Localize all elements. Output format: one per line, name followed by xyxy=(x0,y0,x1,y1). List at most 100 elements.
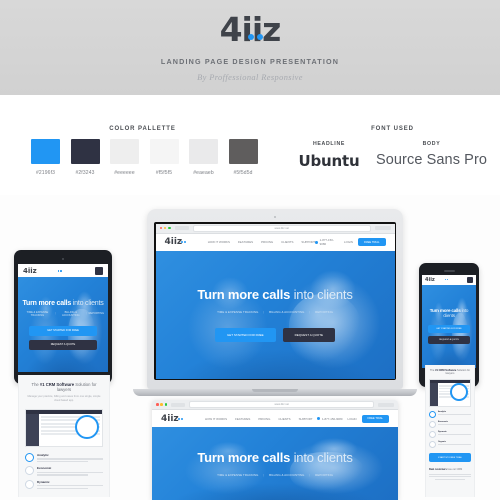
tablet-tag: BILLING & ACCOUNTING xyxy=(62,310,80,317)
browser-url[interactable]: www.4iiz.net xyxy=(189,401,374,408)
mockup-stage: 4iiz Turn more calls into clients TIME &… xyxy=(0,195,500,500)
color-swatch: #5f5d5d xyxy=(228,139,258,176)
nav-item-how-it-works[interactable]: HOW IT WORKS xyxy=(205,417,227,421)
feature-name: Organic xyxy=(438,441,446,443)
phone-speaker-icon xyxy=(443,270,455,272)
dynamic-icon xyxy=(429,431,436,438)
swatch-chip xyxy=(189,139,218,164)
tablet-cta-secondary[interactable]: REQUEST A QUOTE xyxy=(29,339,97,350)
presentation-header: 4iiz LANDING PAGE DESIGN PRESENTATION By… xyxy=(0,0,500,95)
desktop-tag: REPORTING xyxy=(315,473,333,477)
swatch-chip xyxy=(70,139,100,164)
swatch-hex-label: #2f3243 xyxy=(75,170,95,176)
window-controls[interactable] xyxy=(159,226,171,230)
economic-icon xyxy=(429,421,436,428)
nav-item-pricing[interactable]: PRICING xyxy=(261,240,273,244)
laptop-cta-primary[interactable]: GET STARTED FOR FREE xyxy=(214,328,276,342)
tag-separator: | xyxy=(309,473,311,477)
swatch-hex-label: #eaeaeb xyxy=(193,170,214,176)
swatch-hex-label: #f5f5f5 xyxy=(155,170,173,176)
nav-free-trial-button[interactable]: FREE TRIAL xyxy=(361,414,389,423)
tablet-feature-item: Analytic xyxy=(25,452,103,463)
nav-phone[interactable]: 1-877-150-9080 xyxy=(322,417,343,421)
logo-dots-icon xyxy=(247,12,270,40)
specs-strip: COLOR PALLETTE FONT USED #2196f3 #2f3243… xyxy=(0,95,500,195)
phone-cta-primary[interactable]: GET STARTED FOR FREE xyxy=(428,325,470,334)
laptop-base xyxy=(133,389,417,396)
tablet-screen: 4iiz Turn more calls into clients TIME &… xyxy=(18,264,108,372)
feature-name: Dynamic xyxy=(438,431,447,433)
tablet-cta-primary[interactable]: GET STARTED FOR FREE xyxy=(29,325,97,336)
desktop-browser-mockup: www.4iiz.net 4iiz HOW IT WORKS FEATURES … xyxy=(152,400,398,500)
phone-hamburger-icon[interactable] xyxy=(467,276,473,283)
laptop-mockup: www.4iiz.net 4iiz HOW IT WORKS FEATURES … xyxy=(133,209,417,396)
swatch-hex-label: #2196f3 xyxy=(35,170,56,176)
phone-site-logo: 4iiz xyxy=(425,276,435,283)
phone-feature-item: Organic xyxy=(429,441,471,448)
nav-item-pricing[interactable]: PRICING xyxy=(258,417,270,421)
fonts-title: FONT USED xyxy=(371,126,414,132)
tablet-section-sub: Manage your practice, billing and cases … xyxy=(27,395,101,402)
magnifier-highlight xyxy=(450,383,468,401)
palette-title: COLOR PALLETTE xyxy=(109,126,176,132)
color-swatch: #2196f3 xyxy=(31,139,60,176)
browser-back-forward[interactable] xyxy=(171,402,186,407)
browser-actions[interactable] xyxy=(378,402,394,407)
phone-mobile-cta[interactable]: START MY FREE TRIAL xyxy=(429,453,471,462)
tag-separator: | xyxy=(309,310,311,314)
laptop-tag: BILLING & ACCOUNTING xyxy=(269,310,305,314)
browser-url[interactable]: www.4iiz.net xyxy=(192,224,371,232)
economic-icon xyxy=(25,466,34,476)
swatch-chip xyxy=(149,139,179,164)
nav-phone[interactable]: 1-877-150-9080 xyxy=(320,238,339,246)
desktop-hero-strong: Turn more calls xyxy=(197,450,291,465)
laptop-site-logo: 4iiz xyxy=(164,237,183,247)
feature-name: Economic xyxy=(37,466,52,471)
tablet-mockup: 4iiz Turn more calls into clients TIME &… xyxy=(14,250,112,384)
tablet-hero-light: into clients xyxy=(72,299,104,307)
browser-back-forward[interactable] xyxy=(174,226,189,230)
analytic-icon xyxy=(25,452,34,462)
dynamic-icon xyxy=(25,479,34,489)
nav-item-support[interactable]: SUPPORT xyxy=(301,240,315,244)
color-swatch-list: #2196f3 #2f3243 #eeeeee #f5f5f5 #eaeaeb … xyxy=(31,139,258,176)
color-swatch: #eaeaeb xyxy=(189,139,218,176)
organic-icon xyxy=(429,441,436,448)
laptop-camera-icon xyxy=(274,216,276,218)
tablet-hamburger-icon[interactable] xyxy=(95,266,103,275)
desktop-tag: BILLING & ACCOUNTING xyxy=(269,473,305,477)
browser-actions[interactable] xyxy=(374,226,391,230)
laptop-cta-secondary[interactable]: REQUEST A QUOTE xyxy=(282,328,336,342)
nav-login[interactable]: LOGIN xyxy=(348,417,357,421)
nav-item-how-it-works[interactable]: HOW IT WORKS xyxy=(208,240,230,244)
tablet-site-logo: 4iiz xyxy=(23,266,37,275)
tablet-body: 4iiz Turn more calls into clients TIME &… xyxy=(14,250,112,384)
feature-name: Analytic xyxy=(37,452,49,457)
laptop-tag: TIME & EXPENSE TRACKING xyxy=(217,310,259,314)
swatch-chip xyxy=(228,139,258,164)
tablet-feature-item: Dynamic xyxy=(25,479,103,489)
presentation-subtitle: LANDING PAGE DESIGN PRESENTATION xyxy=(160,57,340,66)
desktop-tag: TIME & EXPENSE TRACKING xyxy=(217,473,259,477)
tablet-tag: REPORTING xyxy=(88,312,104,315)
tablet-hero-strong: Turn more calls xyxy=(22,299,72,307)
phone-cta-secondary[interactable]: REQUEST A QUOTE xyxy=(428,336,470,345)
phone-feature-item: Analytic xyxy=(429,411,471,418)
nav-free-trial-button[interactable]: FREE TRIAL xyxy=(358,238,386,246)
nav-item-clients[interactable]: CLIENTS xyxy=(278,417,290,421)
nav-item-features[interactable]: FEATURES xyxy=(235,417,250,421)
tablet-feature-item: Economic xyxy=(25,466,103,476)
presentation-byline: By Proffessional Responsive xyxy=(197,73,303,82)
nav-item-features[interactable]: FEATURES xyxy=(238,240,253,244)
tag-separator: | xyxy=(85,312,87,315)
tag-separator: | xyxy=(54,312,56,315)
nav-item-support[interactable]: SUPPORT xyxy=(299,417,313,421)
swatch-hex-label: #5f5d5d xyxy=(233,170,253,176)
nav-login[interactable]: LOGIN xyxy=(344,240,353,244)
nav-item-clients[interactable]: CLIENTS xyxy=(281,240,293,244)
feature-name: Analytic xyxy=(438,411,447,413)
window-controls[interactable] xyxy=(156,403,168,406)
phone-page-continuation: The #1 CRM Software Solution for lawyers xyxy=(425,365,475,497)
color-swatch: #f5f5f5 xyxy=(149,139,179,176)
feature-name: Dynamic xyxy=(37,479,50,484)
